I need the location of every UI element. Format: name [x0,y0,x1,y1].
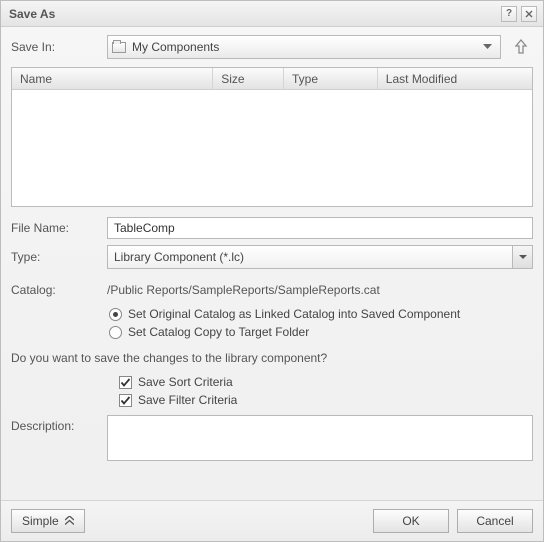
file-listing[interactable]: Name Size Type Last Modified [11,67,533,207]
checkbox-save-filter[interactable] [119,394,132,407]
save-as-dialog: Save As ? Save In: My Components [0,0,544,542]
check-filter-row: Save Filter Criteria [119,391,533,409]
file-name-row: File Name: [11,217,533,239]
dialog-footer: Simple OK Cancel [1,500,543,541]
cancel-button[interactable]: Cancel [457,509,533,533]
column-type[interactable]: Type [284,68,378,89]
column-size[interactable]: Size [213,68,284,89]
chevron-up-double-icon [65,514,74,528]
dialog-content: Save In: My Components Na [1,27,543,500]
save-in-label: Save In: [11,40,99,54]
checkbox-save-filter-label: Save Filter Criteria [138,393,237,407]
file-name-label: File Name: [11,221,99,235]
save-in-value: My Components [132,40,219,54]
checkbox-save-sort[interactable] [119,376,132,389]
type-label: Type: [11,250,99,264]
type-value: Library Component (*.lc) [114,250,512,264]
close-button[interactable] [521,6,537,22]
up-arrow-icon [514,39,528,55]
simple-button[interactable]: Simple [11,509,85,533]
save-changes-question: Do you want to save the changes to the l… [11,351,533,365]
type-row: Type: Library Component (*.lc) [11,245,533,269]
radio-linked-catalog[interactable] [109,308,122,321]
listing-header: Name Size Type Last Modified [12,68,532,90]
catalog-options: Set Original Catalog as Linked Catalog i… [11,305,533,341]
radio-linked-catalog-label: Set Original Catalog as Linked Catalog i… [128,307,460,321]
dialog-title: Save As [9,7,497,21]
radio-copy-catalog[interactable] [109,326,122,339]
chevron-down-icon [478,36,496,58]
radio-copy-catalog-row: Set Catalog Copy to Target Folder [109,323,533,341]
check-sort-row: Save Sort Criteria [119,373,533,391]
checkbox-save-sort-label: Save Sort Criteria [138,375,233,389]
ok-button[interactable]: OK [373,509,449,533]
cancel-button-label: Cancel [476,514,513,528]
file-name-input[interactable] [107,217,533,239]
save-options: Save Sort Criteria Save Filter Criteria [11,373,533,409]
type-combo[interactable]: Library Component (*.lc) [107,245,533,269]
titlebar: Save As ? [1,1,543,27]
simple-button-label: Simple [22,514,59,528]
folder-icon [112,42,126,53]
column-last-modified[interactable]: Last Modified [378,68,532,89]
radio-linked-catalog-row: Set Original Catalog as Linked Catalog i… [109,305,533,323]
save-in-dropdown[interactable]: My Components [107,35,501,59]
catalog-row: Catalog: /Public Reports/SampleReports/S… [11,281,533,299]
description-row: Description: [11,415,533,461]
catalog-label: Catalog: [11,283,99,297]
up-folder-button[interactable] [509,35,533,59]
radio-copy-catalog-label: Set Catalog Copy to Target Folder [128,325,309,339]
save-in-row: Save In: My Components [11,35,533,59]
help-button[interactable]: ? [501,6,517,22]
listing-body [12,90,532,206]
catalog-path: /Public Reports/SampleReports/SampleRepo… [107,281,380,299]
description-textarea[interactable] [107,415,533,461]
column-name[interactable]: Name [12,68,213,89]
description-label: Description: [11,415,99,433]
ok-button-label: OK [402,514,419,528]
chevron-down-icon [512,246,532,268]
